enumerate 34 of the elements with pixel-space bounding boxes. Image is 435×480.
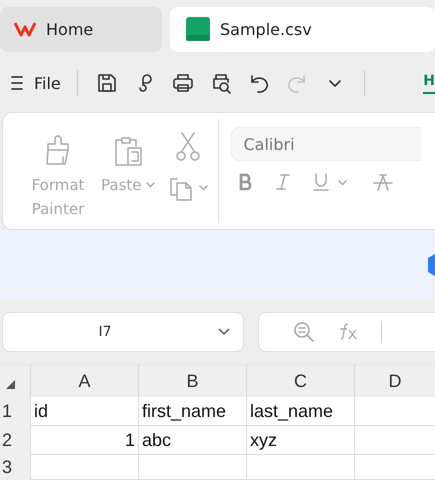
zoom-icon: [293, 321, 315, 343]
column-header[interactable]: B: [138, 365, 246, 397]
table-cell: xyz: [246, 426, 354, 455]
name-box[interactable]: I7: [2, 312, 244, 352]
column-header[interactable]: D: [354, 365, 435, 397]
menu-icon: [10, 75, 24, 91]
table-cell: 1: [30, 426, 138, 455]
select-all-icon[interactable]: [6, 380, 15, 389]
logo-icon: [14, 21, 36, 37]
tab[interactable]: Home: [0, 6, 162, 52]
chevron-down-icon: [217, 327, 231, 337]
tab[interactable]: Sample.csv: [170, 6, 435, 52]
chevron-down-icon: [328, 80, 341, 86]
strikethrough-icon[interactable]: [372, 173, 392, 191]
save-icon: [96, 72, 118, 94]
column-header[interactable]: C: [246, 365, 354, 397]
caret-icon: [146, 182, 154, 188]
ribbon-tab[interactable]: H: [423, 72, 435, 94]
spreadsheet-icon: [186, 17, 210, 41]
table-cell: last_name: [246, 397, 354, 426]
font-field[interactable]: Calibri: [230, 127, 420, 161]
caret-icon: [198, 185, 208, 191]
column-header[interactable]: A: [30, 365, 138, 397]
hexagon-icon[interactable]: [427, 254, 435, 276]
file-menu[interactable]: File: [10, 74, 67, 92]
table-cell: abc: [138, 426, 246, 455]
italic-icon[interactable]: [274, 173, 290, 191]
table-cell: first_name: [138, 397, 246, 426]
print-icon: [172, 72, 194, 94]
function-icon: [337, 323, 359, 341]
table-cell: id: [30, 397, 138, 426]
paintbrush-icon: [44, 135, 72, 167]
bold-icon[interactable]: [238, 173, 252, 191]
scissors-icon[interactable]: [175, 131, 201, 161]
